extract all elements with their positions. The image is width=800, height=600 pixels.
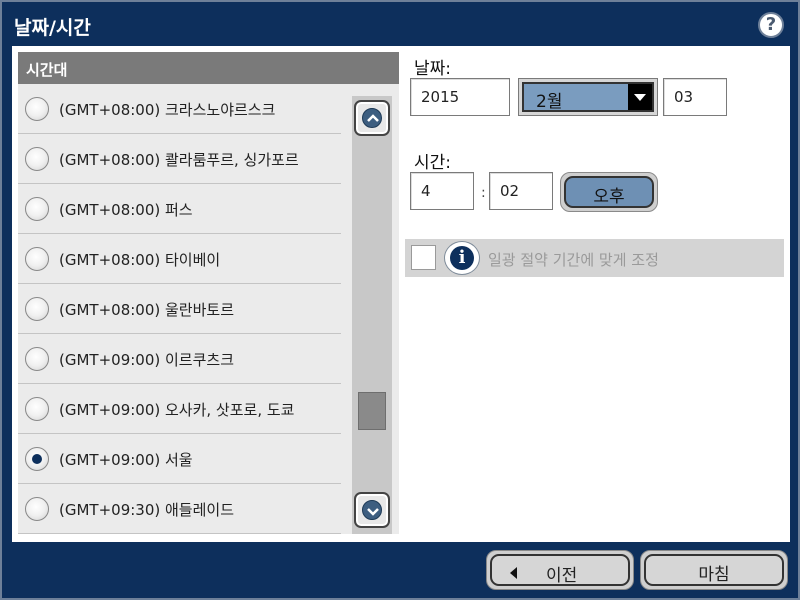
timezone-item[interactable]: (GMT+08:00) 울란바토르 xyxy=(18,284,341,334)
timezone-label: (GMT+09:00) 이르쿠츠크 xyxy=(59,351,234,369)
chevron-down-icon xyxy=(362,500,382,520)
month-select-value[interactable]: 2월 xyxy=(522,82,654,112)
radio-button[interactable] xyxy=(25,497,49,521)
time-separator: : xyxy=(481,185,486,201)
month-select[interactable]: 2월 xyxy=(518,78,658,116)
radio-button[interactable] xyxy=(25,397,49,421)
dst-checkbox[interactable] xyxy=(411,245,436,270)
dst-label: 일광 절약 기간에 맞게 조정 xyxy=(488,251,659,269)
timezone-label: (GMT+08:00) 크라스노야르스크 xyxy=(59,101,276,119)
timezone-label: (GMT+09:00) 오사카, 삿포로, 도쿄 xyxy=(59,401,295,419)
hour-field[interactable]: 4 xyxy=(410,172,474,210)
timezone-item-selected[interactable]: (GMT+09:00) 서울 xyxy=(18,434,341,484)
prev-label: 이전 xyxy=(546,566,578,586)
month-value: 2월 xyxy=(536,92,563,112)
timezone-header: 시간대 xyxy=(18,52,399,84)
finish-label[interactable]: 마침 xyxy=(644,554,784,586)
timezone-item[interactable]: (GMT+09:00) 이르쿠츠크 xyxy=(18,334,341,384)
radio-button[interactable] xyxy=(25,347,49,371)
radio-button[interactable] xyxy=(25,297,49,321)
timezone-item[interactable]: (GMT+09:30) 애들레이드 xyxy=(18,484,341,534)
timezone-item[interactable]: (GMT+09:00) 오사카, 삿포로, 도쿄 xyxy=(18,384,341,434)
title-bar: 날짜/시간 ? xyxy=(2,2,798,46)
date-time-window: 날짜/시간 ? 시간대 (GMT+08:00) 크라스노야르스크 (GMT+08… xyxy=(0,0,800,600)
timezone-panel: 시간대 (GMT+08:00) 크라스노야르스크 (GMT+08:00) 콸라룸… xyxy=(18,52,399,534)
chevron-up-icon xyxy=(362,108,382,128)
timezone-label: (GMT+08:00) 퍼스 xyxy=(59,201,193,219)
time-label: 시간: xyxy=(414,153,452,173)
timezone-scrollbar[interactable] xyxy=(352,96,392,534)
prev-button-face[interactable]: 이전 xyxy=(490,554,630,586)
prev-button[interactable]: 이전 xyxy=(486,550,634,590)
timezone-label: (GMT+08:00) 콸라룸푸르, 싱가포르 xyxy=(59,151,299,169)
window-title: 날짜/시간 xyxy=(14,17,91,39)
ampm-toggle[interactable]: 오후 xyxy=(560,172,658,212)
timezone-label: (GMT+08:00) 타이베이 xyxy=(59,251,221,269)
timezone-label: (GMT+09:00) 서울 xyxy=(59,451,193,469)
radio-button[interactable] xyxy=(25,247,49,271)
dropdown-arrow-icon[interactable] xyxy=(628,84,652,110)
scroll-up-button[interactable] xyxy=(354,100,390,136)
back-arrow-icon xyxy=(510,567,517,579)
scroll-down-button[interactable] xyxy=(354,492,390,528)
year-field[interactable]: 2015 xyxy=(410,78,510,116)
timezone-list: (GMT+08:00) 크라스노야르스크 (GMT+08:00) 콸라룸푸르, … xyxy=(18,84,341,534)
help-icon[interactable]: ? xyxy=(758,12,784,38)
info-symbol: i xyxy=(450,246,474,270)
finish-button[interactable]: 마침 xyxy=(640,550,788,590)
timezone-item[interactable]: (GMT+08:00) 타이베이 xyxy=(18,234,341,284)
day-field[interactable]: 03 xyxy=(663,78,727,116)
content-area: 시간대 (GMT+08:00) 크라스노야르스크 (GMT+08:00) 콸라룸… xyxy=(12,46,790,542)
ampm-button[interactable]: 오후 xyxy=(564,176,654,208)
radio-button[interactable] xyxy=(25,97,49,121)
footer-bar: 이전 마침 xyxy=(2,542,798,598)
timezone-label: (GMT+08:00) 울란바토르 xyxy=(59,301,234,319)
dst-row: i 일광 절약 기간에 맞게 조정 xyxy=(405,239,784,277)
timezone-item[interactable]: (GMT+08:00) 퍼스 xyxy=(18,184,341,234)
date-label: 날짜: xyxy=(414,59,452,79)
timezone-item[interactable]: (GMT+08:00) 콸라룸푸르, 싱가포르 xyxy=(18,134,341,184)
radio-button[interactable] xyxy=(25,197,49,221)
info-icon[interactable]: i xyxy=(444,241,480,275)
radio-button-checked[interactable] xyxy=(25,447,49,471)
timezone-label: (GMT+09:30) 애들레이드 xyxy=(59,501,234,519)
scroll-thumb[interactable] xyxy=(358,392,386,430)
minute-field[interactable]: 02 xyxy=(489,172,553,210)
timezone-item[interactable]: (GMT+08:00) 크라스노야르스크 xyxy=(18,84,341,134)
radio-button[interactable] xyxy=(25,147,49,171)
